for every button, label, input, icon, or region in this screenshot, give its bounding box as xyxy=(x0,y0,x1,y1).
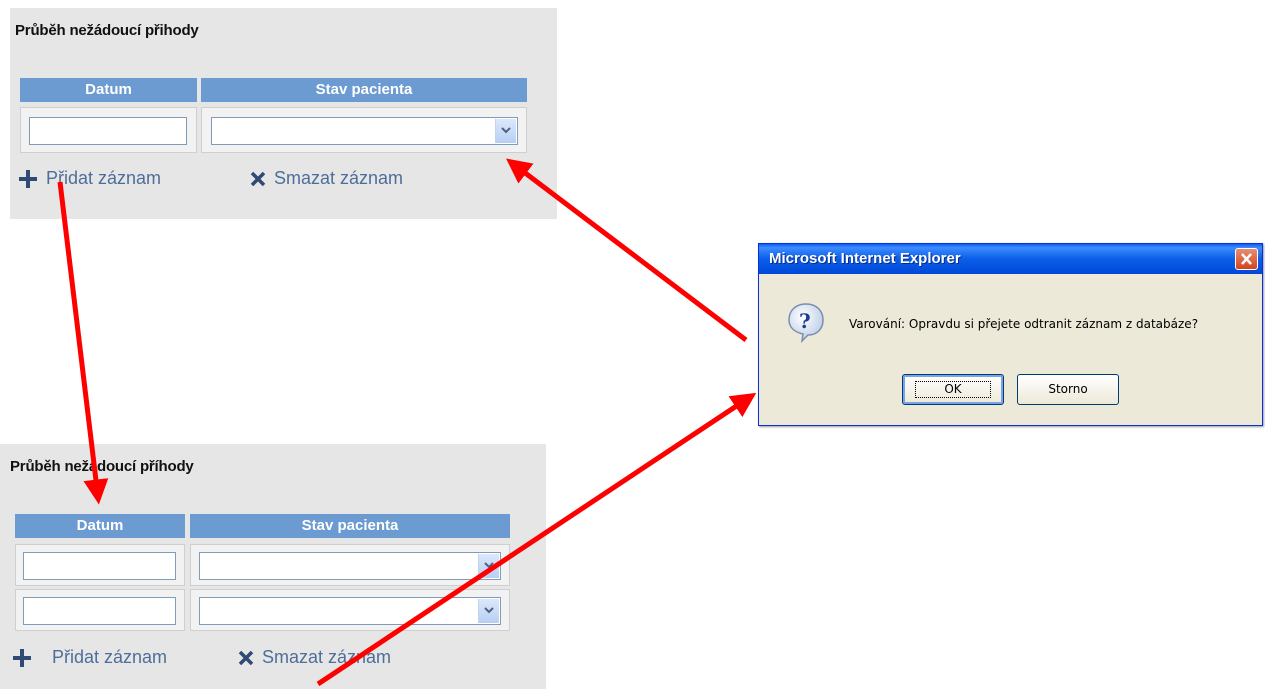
close-icon xyxy=(1241,253,1252,265)
table-cell-date xyxy=(15,589,185,631)
delete-record-button[interactable]: Smazat záznam xyxy=(250,168,403,189)
plus-icon xyxy=(13,648,31,667)
add-record-label: Přidat záznam xyxy=(52,647,168,667)
dialog-message: Varování: Opravdu si přejete odtranit zá… xyxy=(849,317,1199,331)
column-header-state: Stav pacienta xyxy=(201,78,527,102)
date-input[interactable] xyxy=(23,597,176,625)
close-icon xyxy=(250,171,266,186)
column-header-date: Datum xyxy=(15,514,185,538)
cancel-button[interactable]: Storno xyxy=(1017,374,1119,405)
date-input[interactable] xyxy=(29,117,187,145)
patient-state-select[interactable] xyxy=(211,117,518,145)
delete-record-label: Smazat záznam xyxy=(262,647,392,667)
svg-text:?: ? xyxy=(799,309,811,333)
column-header-date: Datum xyxy=(20,78,197,102)
panel-title: Průběh nežádoucí přihody xyxy=(15,22,199,39)
panel-title: Průběh nežádoucí příhody xyxy=(10,458,194,475)
dialog-close-button[interactable] xyxy=(1235,248,1258,270)
patient-state-select[interactable] xyxy=(199,597,501,625)
ok-label: OK xyxy=(915,381,991,398)
add-record-button[interactable]: Přidat záznam xyxy=(18,168,161,189)
question-icon: ? xyxy=(788,303,824,343)
date-input[interactable] xyxy=(23,552,176,580)
plus-icon xyxy=(19,169,37,188)
dialog-title: Microsoft Internet Explorer xyxy=(769,250,961,267)
select-dropdown-button[interactable] xyxy=(478,599,499,623)
table-cell-date xyxy=(15,544,185,586)
add-record-button[interactable]: Přidat záznam xyxy=(12,647,167,668)
add-record-label: Přidat záznam xyxy=(46,168,162,188)
confirm-dialog: Microsoft Internet Explorer ? Varování: … xyxy=(758,243,1263,426)
table-cell-state xyxy=(190,589,510,631)
table-cell-state xyxy=(201,107,527,153)
dialog-titlebar[interactable]: Microsoft Internet Explorer xyxy=(759,244,1262,274)
panel-top: Průběh nežádoucí přihody Datum Stav paci… xyxy=(10,8,557,219)
chevron-down-icon xyxy=(501,127,511,134)
delete-record-button[interactable]: Smazat záznam xyxy=(238,647,391,668)
delete-record-label: Smazat záznam xyxy=(274,168,404,188)
select-dropdown-button[interactable] xyxy=(495,119,516,143)
table-cell-date xyxy=(20,107,197,153)
chevron-down-icon xyxy=(484,607,494,614)
chevron-down-icon xyxy=(484,562,494,569)
select-dropdown-button[interactable] xyxy=(478,554,499,578)
column-header-state: Stav pacienta xyxy=(190,514,510,538)
table-cell-state xyxy=(190,544,510,586)
panel-bottom: Průběh nežádoucí příhody Datum Stav paci… xyxy=(0,444,546,689)
patient-state-select[interactable] xyxy=(199,552,501,580)
ok-button[interactable]: OK xyxy=(902,374,1004,405)
close-icon xyxy=(238,650,254,665)
